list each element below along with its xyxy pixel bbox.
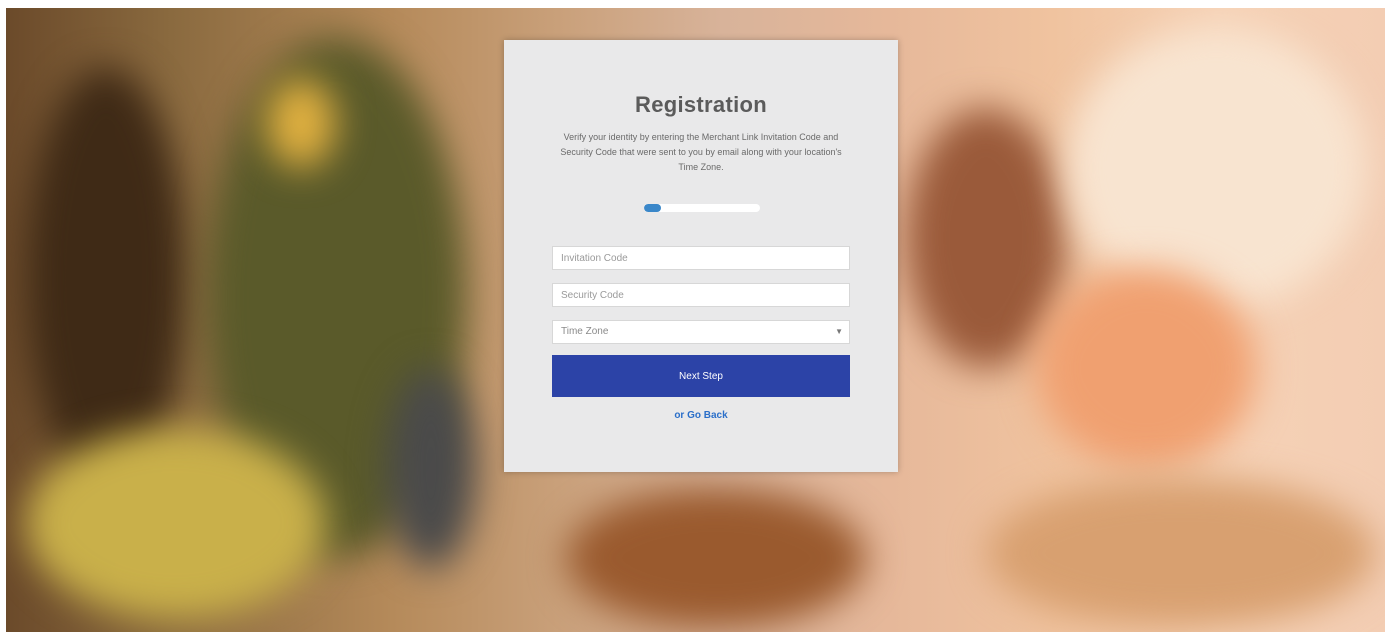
background-shape [986, 478, 1376, 628]
time-zone-select-value: Time Zone [561, 326, 609, 337]
background-shape [906, 108, 1066, 368]
progress-fill [644, 204, 662, 212]
background-shape [266, 78, 336, 168]
background-shape [386, 368, 476, 568]
page: Registration Verify your identity by ent… [0, 0, 1385, 632]
page-title: Registration [635, 92, 767, 117]
background-shape [1036, 268, 1256, 468]
background-shape [26, 428, 326, 618]
background-shape [26, 68, 186, 488]
instructions-text: Verify your identity by entering the Mer… [560, 132, 842, 172]
background-shape [1066, 28, 1366, 308]
registration-panel: Registration Verify your identity by ent… [504, 40, 898, 472]
background-shape [566, 488, 866, 628]
progress-bar [644, 204, 760, 212]
chevron-down-icon: ▼ [835, 327, 843, 336]
next-step-button[interactable]: Next Step [552, 355, 850, 397]
go-back-link[interactable]: or Go Back [504, 410, 898, 421]
invitation-code-input[interactable] [552, 246, 850, 270]
time-zone-select[interactable]: Time Zone ▼ [552, 320, 850, 344]
security-code-input[interactable] [552, 283, 850, 307]
